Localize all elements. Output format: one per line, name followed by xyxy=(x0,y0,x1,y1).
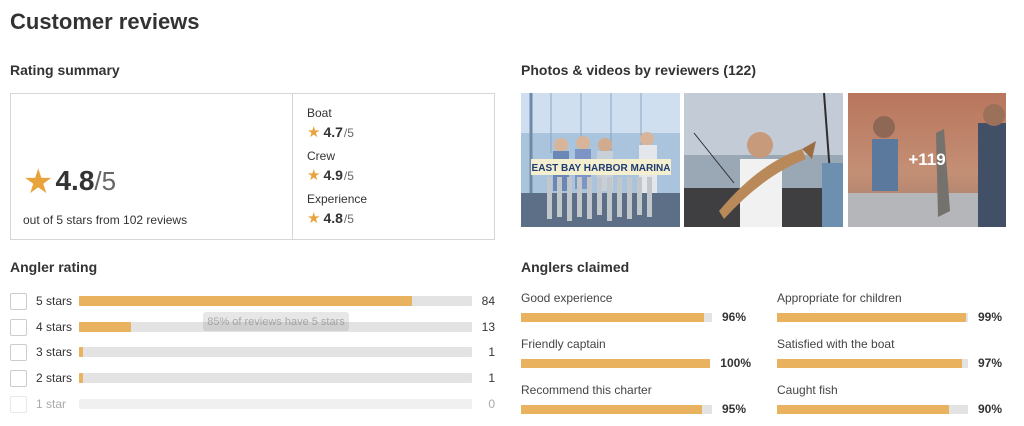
overall-rating: ★ 4.8 /5 xyxy=(23,162,117,201)
overall-rating-panel: ★ 4.8 /5 out of 5 stars from 102 reviews xyxy=(11,94,293,239)
rating-filter-label: 4 stars xyxy=(36,320,73,334)
rating-filter-1-star: 1 star 0 xyxy=(10,395,495,413)
rating-bar-fill xyxy=(79,322,131,332)
claim-bar-fill xyxy=(521,404,703,414)
filter-checkbox[interactable] xyxy=(10,292,27,310)
claim-bar-fill xyxy=(521,358,711,368)
reviewer-photo-2[interactable] xyxy=(684,93,843,227)
category-label: Experience xyxy=(307,192,368,206)
rating-summary-box: ★ 4.8 /5 out of 5 stars from 102 reviews… xyxy=(10,93,495,240)
rating-count: 84 xyxy=(481,294,495,308)
anglers-claimed-heading: Anglers claimed xyxy=(521,259,630,275)
rating-bar-track xyxy=(79,296,472,306)
claim-bar-track xyxy=(777,404,968,414)
claim-percent: 90% xyxy=(978,402,1003,416)
overall-rating-subtitle: out of 5 stars from 102 reviews xyxy=(23,213,188,227)
claim-label: Recommend this charter xyxy=(521,383,652,397)
angler-rating-heading: Angler rating xyxy=(10,259,98,275)
rating-count: 1 xyxy=(488,371,495,385)
page-title: Customer reviews xyxy=(10,9,200,34)
claim-percent: 99% xyxy=(978,310,1003,324)
category-rating-crew: Crew ★ 4.9 /5 xyxy=(307,149,354,184)
claim-label: Caught fish xyxy=(777,383,838,397)
category-label: Crew xyxy=(307,149,336,163)
category-rating-boat: Boat ★ 4.7 /5 xyxy=(307,106,354,141)
star-icon: ★ xyxy=(307,124,321,141)
claim-caught-fish: Caught fish 90% xyxy=(777,383,1007,416)
more-photos-count: +119 xyxy=(848,93,1006,227)
claim-bar-fill xyxy=(777,312,967,322)
claim-percent: 97% xyxy=(978,356,1003,370)
rating-bar-fill xyxy=(79,296,412,306)
claim-bar-fill xyxy=(521,312,705,322)
category-value: 4.8 xyxy=(323,210,343,226)
claim-percent: 95% xyxy=(722,402,747,416)
rating-filter-5-stars[interactable]: 5 stars 84 xyxy=(10,292,495,310)
marina-sign-text: EAST BAY HARBOR MARINA xyxy=(532,163,671,174)
filter-checkbox[interactable] xyxy=(10,369,27,387)
star-icon: ★ xyxy=(307,167,321,184)
reviewer-photo-3[interactable]: +119 xyxy=(848,93,1006,227)
reviewer-photo-1[interactable]: EAST BAY HARBOR MARINA xyxy=(521,93,680,227)
claim-satisfied-with-boat: Satisfied with the boat 97% xyxy=(777,337,1007,370)
rating-filter-label: 1 star xyxy=(36,397,67,411)
rating-bar-track xyxy=(79,373,472,383)
rating-bar-track xyxy=(79,347,472,357)
claim-appropriate-for-children: Appropriate for children 99% xyxy=(777,291,1007,324)
rating-filter-3-stars[interactable]: 3 stars 1 xyxy=(10,343,495,361)
claim-bar-track xyxy=(521,404,712,414)
filter-checkbox[interactable] xyxy=(10,343,27,361)
claim-label: Appropriate for children xyxy=(777,291,902,305)
rating-filter-label: 3 stars xyxy=(36,345,73,359)
claim-percent: 96% xyxy=(722,310,747,324)
category-value: 4.7 xyxy=(323,124,343,140)
claim-good-experience: Good experience 96% xyxy=(521,291,751,324)
claim-bar-track xyxy=(521,358,711,368)
photos-heading: Photos & videos by reviewers (122) xyxy=(521,62,756,78)
overall-rating-value: 4.8 xyxy=(55,165,95,196)
claim-label: Good experience xyxy=(521,291,613,305)
rating-bar-fill xyxy=(79,373,83,383)
rating-filter-label: 5 stars xyxy=(36,294,73,308)
claim-bar-fill xyxy=(777,358,963,368)
rating-count: 13 xyxy=(481,320,495,334)
claim-bar-track xyxy=(777,358,968,368)
rating-bar-track xyxy=(79,399,472,409)
category-rating-experience: Experience ★ 4.8 /5 xyxy=(307,192,367,227)
claim-friendly-captain: Friendly captain 100% xyxy=(521,337,751,370)
filter-checkbox[interactable] xyxy=(10,318,27,336)
rating-bar-fill xyxy=(79,347,83,357)
star-icon: ★ xyxy=(23,163,54,201)
claim-bar-track xyxy=(521,312,712,322)
claim-percent: 100% xyxy=(720,356,751,370)
rating-count: 1 xyxy=(488,345,495,359)
rating-filter-label: 2 stars xyxy=(36,371,73,385)
claim-bar-fill xyxy=(777,404,949,414)
rating-tooltip: 85% of reviews have 5 stars xyxy=(203,312,349,331)
rating-filter-2-stars[interactable]: 2 stars 1 xyxy=(10,369,495,387)
rating-count: 0 xyxy=(488,397,495,411)
claim-label: Friendly captain xyxy=(521,337,606,351)
category-label: Boat xyxy=(307,106,332,120)
category-max: /5 xyxy=(343,212,354,226)
category-max: /5 xyxy=(343,169,354,183)
filter-checkbox xyxy=(10,395,27,413)
category-max: /5 xyxy=(343,126,354,140)
claim-recommend-charter: Recommend this charter 95% xyxy=(521,383,751,416)
claim-label: Satisfied with the boat xyxy=(777,337,895,351)
star-icon: ★ xyxy=(307,210,321,227)
category-value: 4.9 xyxy=(323,167,343,183)
claim-bar-track xyxy=(777,312,968,322)
overall-rating-max: /5 xyxy=(94,166,117,196)
rating-summary-heading: Rating summary xyxy=(10,62,120,78)
